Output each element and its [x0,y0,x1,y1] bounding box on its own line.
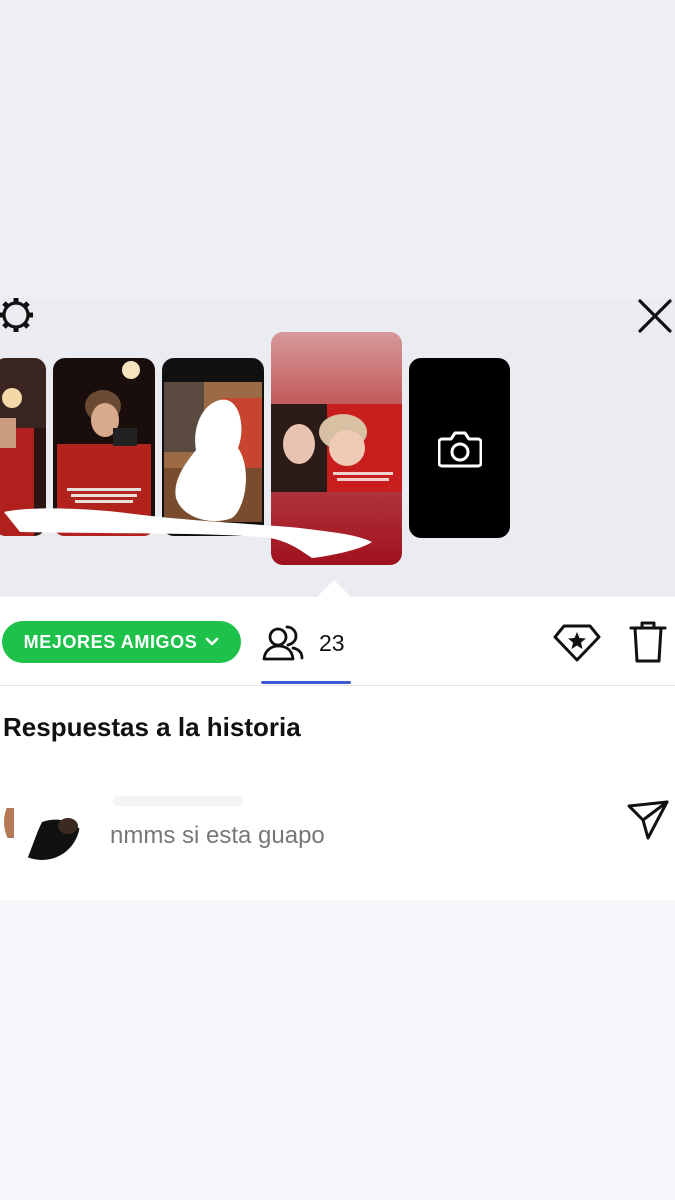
viewers-icon [262,625,304,661]
tab-viewers[interactable]: 23 [261,618,351,668]
empty-area [0,900,675,1200]
trash-icon[interactable] [626,618,670,666]
send-icon[interactable] [624,796,672,844]
audience-dropdown[interactable]: MEJORES AMIGOS [2,621,241,663]
toolbar-divider [0,685,675,686]
close-icon[interactable] [633,294,675,338]
redaction-scribble [4,508,372,558]
highlight-star-icon[interactable] [552,618,602,666]
camera-icon [437,431,482,468]
avatar[interactable] [2,782,82,862]
reply-list-item[interactable] [0,775,675,870]
add-story-tile[interactable] [409,358,510,538]
gear-icon[interactable] [0,296,36,336]
audience-label: MEJORES AMIGOS [23,631,198,652]
selected-story-pointer [316,580,352,598]
story-replies-title: Respuestas a la historia [3,712,301,742]
active-tab-indicator [261,681,351,684]
reply-message: nmms si esta guapo [110,822,325,849]
top-background [0,0,675,298]
viewers-count: 23 [319,629,345,656]
reply-username-redacted [113,796,243,806]
chevron-down-icon [206,637,219,646]
